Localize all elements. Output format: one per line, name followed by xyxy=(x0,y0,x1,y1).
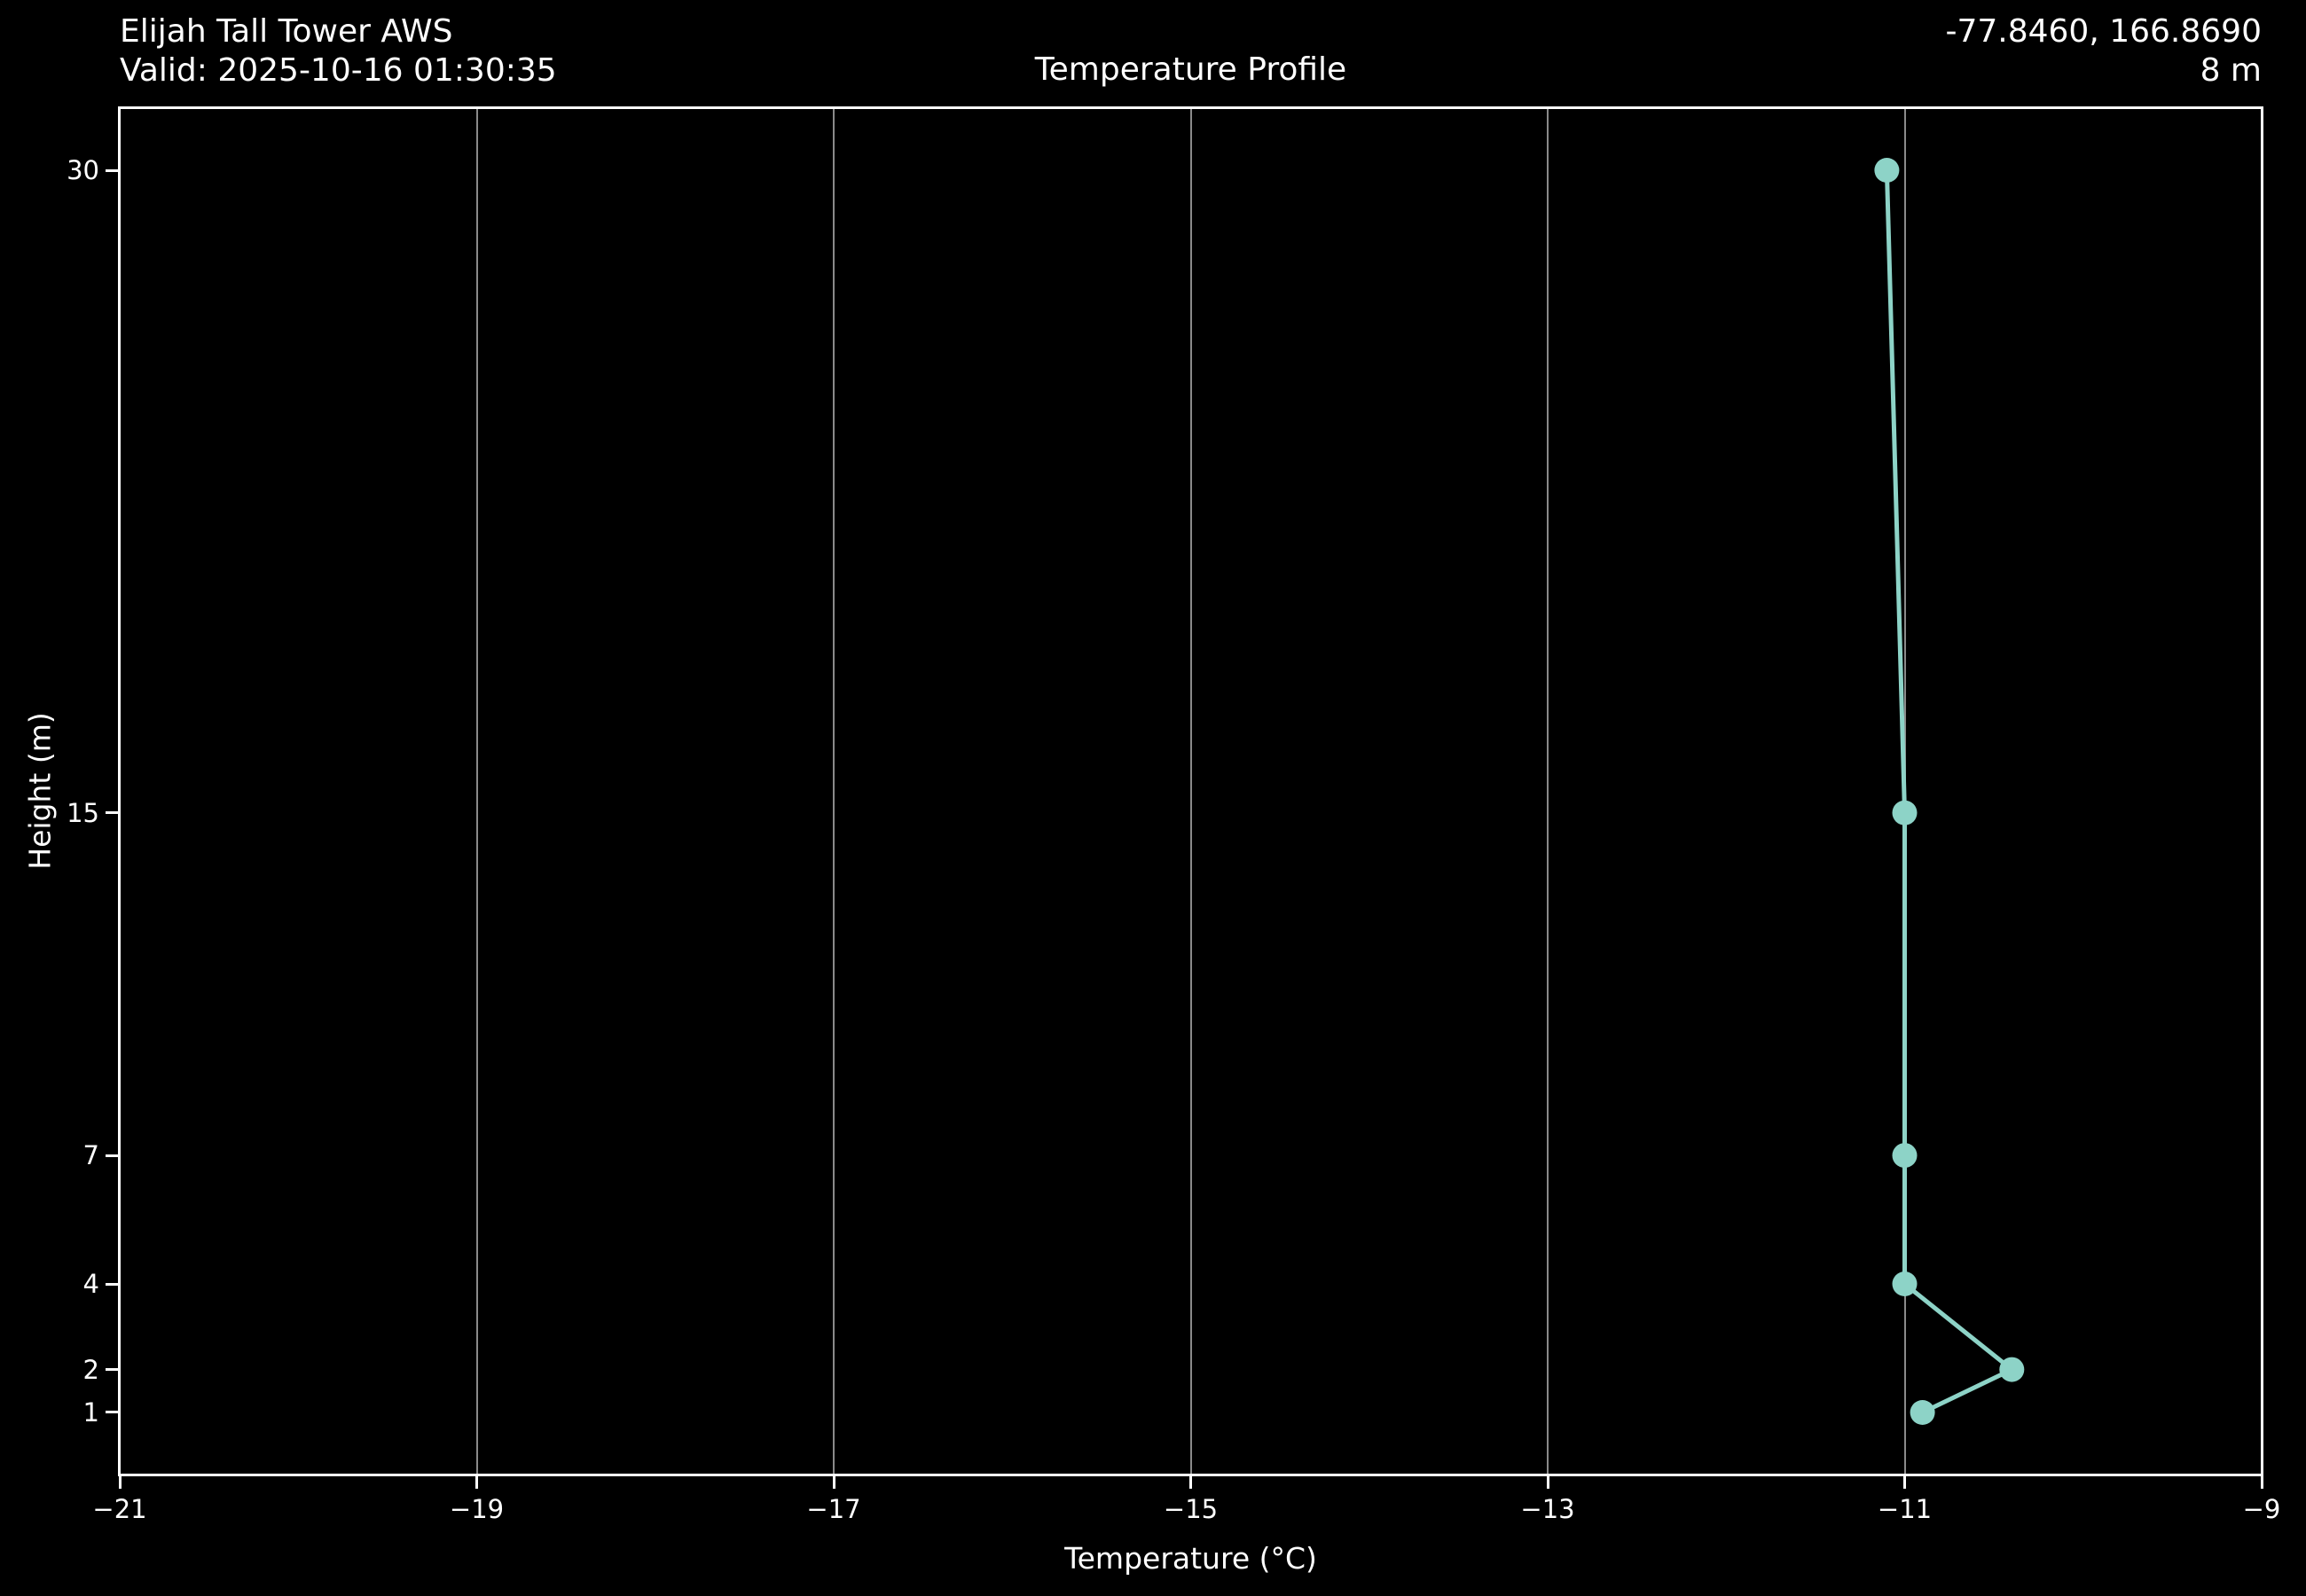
y-tick-label-2: 2 xyxy=(0,1356,99,1384)
y-tick-7 xyxy=(106,1154,118,1157)
header-right: -77.8460, 166.8690 8 m xyxy=(1375,12,2262,90)
station-coordinates: -77.8460, 166.8690 xyxy=(1375,12,2262,51)
x-tick--11 xyxy=(1903,1476,1906,1489)
x-tick-label--19: −19 xyxy=(415,1494,539,1524)
temperature-profile-chart: Elijah Tall Tower AWS Valid: 2025-10-16 … xyxy=(0,0,2306,1596)
x-tick--17 xyxy=(833,1476,835,1489)
y-tick-1 xyxy=(106,1411,118,1413)
y-tick-15 xyxy=(106,811,118,814)
x-tick-label--21: −21 xyxy=(58,1494,182,1524)
x-tick-label--11: −11 xyxy=(1843,1494,1967,1524)
x-tick-label--17: −17 xyxy=(772,1494,896,1524)
x-tick-label--13: −13 xyxy=(1486,1494,1610,1524)
y-tick-label-4: 4 xyxy=(0,1270,99,1298)
x-tick--15 xyxy=(1189,1476,1192,1489)
station-name: Elijah Tall Tower AWS xyxy=(120,12,557,51)
x-tick--21 xyxy=(119,1476,122,1489)
y-tick-label-30: 30 xyxy=(0,156,99,184)
y-tick-4 xyxy=(106,1283,118,1286)
plot-area xyxy=(118,106,2263,1476)
y-tick-2 xyxy=(106,1368,118,1371)
x-tick--13 xyxy=(1547,1476,1549,1489)
x-axis-label: Temperature (°C) xyxy=(120,1541,2262,1576)
y-axis-label: Height (m) xyxy=(23,712,58,869)
y-tick-label-1: 1 xyxy=(0,1398,99,1427)
x-tick--19 xyxy=(475,1476,478,1489)
station-elevation: 8 m xyxy=(1375,51,2262,90)
x-tick-label--15: −15 xyxy=(1129,1494,1253,1524)
x-tick--9 xyxy=(2261,1476,2263,1489)
y-tick-30 xyxy=(106,169,118,172)
x-tick-label--9: −9 xyxy=(2200,1494,2306,1524)
y-tick-label-7: 7 xyxy=(0,1141,99,1170)
